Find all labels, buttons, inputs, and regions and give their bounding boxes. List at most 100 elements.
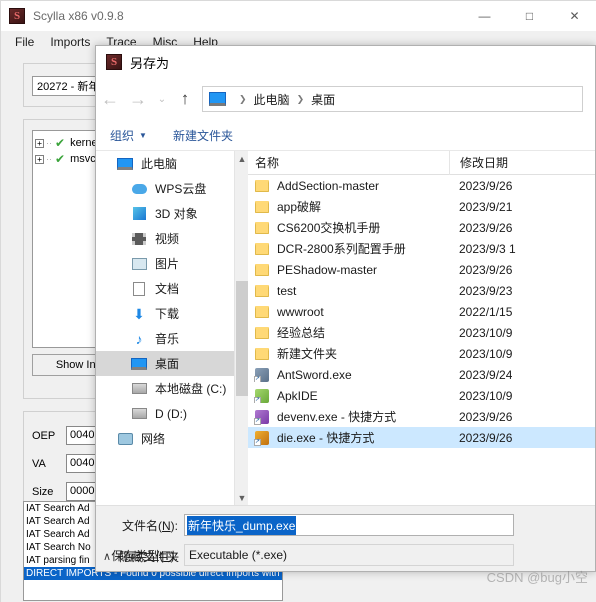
scrollbar-thumb[interactable] xyxy=(236,281,248,396)
menu-imports[interactable]: Imports xyxy=(42,33,98,51)
organize-button[interactable]: 组织 ▼ xyxy=(110,127,147,144)
breadcrumb-segment-desktop[interactable]: 桌面 xyxy=(311,91,335,108)
sidebar-item-4[interactable]: 图片 xyxy=(96,251,248,276)
file-name-label: AntSword.exe xyxy=(277,367,352,382)
file-date-cell: 2023/10/9 xyxy=(459,325,513,340)
sidebar-item-label: 文档 xyxy=(155,282,180,296)
expand-icon[interactable]: + xyxy=(35,138,44,148)
scroll-up-icon[interactable]: ▲ xyxy=(235,151,248,167)
tree-connector: ·· xyxy=(46,154,52,164)
va-label: VA xyxy=(32,457,46,470)
table-row[interactable]: 经验总结 2023/10/9 xyxy=(248,322,595,343)
table-row[interactable]: ↗ die.exe - 快捷方式 2023/9/26 xyxy=(248,427,595,448)
table-row[interactable]: CS6200交换机手册 2023/9/26 xyxy=(248,217,595,238)
sidebar-item-5[interactable]: 文档 xyxy=(96,276,248,301)
up-icon[interactable]: ↑ xyxy=(172,85,198,113)
sidebar-item-1[interactable]: WPS云盘 xyxy=(96,176,248,201)
hide-folders-toggle[interactable]: ∧ 隐藏文件夹 xyxy=(103,548,179,565)
minimize-button[interactable]: — xyxy=(462,1,507,31)
table-row[interactable]: app破解 2023/9/21 xyxy=(248,196,595,217)
sidebar-item-2[interactable]: 3D 对象 xyxy=(96,201,248,226)
dialog-title: 另存为 xyxy=(130,55,170,71)
table-row[interactable]: AddSection-master 2023/9/26 xyxy=(248,175,595,196)
dialog-content: 此电脑 WPS云盘 3D 对象视频图片文档 ⬇ 下载 ♪ 音乐桌面本地磁盘 (C:) D (D… xyxy=(96,150,595,506)
file-name-cell: 经验总结 xyxy=(248,324,449,341)
table-row[interactable]: test 2023/9/23 xyxy=(248,280,595,301)
close-button[interactable]: ✕ xyxy=(552,1,596,31)
expand-icon[interactable]: + xyxy=(35,154,44,164)
maximize-button[interactable]: □ xyxy=(507,1,552,31)
places-sidebar: 此电脑 WPS云盘 3D 对象视频图片文档 ⬇ 下载 ♪ 音乐桌面本地磁盘 (C:) D (D… xyxy=(96,151,248,506)
column-header-name[interactable]: 名称 xyxy=(248,154,449,171)
pc-icon xyxy=(209,92,226,106)
sidebar-item-9[interactable]: 本地磁盘 (C:) xyxy=(96,376,248,401)
file-name-cell: ↗ ApkIDE xyxy=(248,388,449,403)
sidebar-item-6[interactable]: ⬇ 下载 xyxy=(96,301,248,326)
sidebar-item-label: 音乐 xyxy=(155,332,180,346)
file-date-cell: 2023/9/24 xyxy=(459,367,513,382)
file-name-label: AddSection-master xyxy=(277,178,380,193)
file-name-label: 经验总结 xyxy=(277,326,326,340)
sidebar-item-3[interactable]: 视频 xyxy=(96,226,248,251)
file-name-cell: wwwroot xyxy=(248,305,449,319)
file-name-label: test xyxy=(277,283,297,298)
scroll-down-icon[interactable]: ▼ xyxy=(235,490,248,506)
breadcrumb-segment-computer[interactable]: 此电脑 xyxy=(254,91,290,108)
sidebar-item-11[interactable]: 网络 xyxy=(96,426,248,451)
file-name-label: CS6200交换机手册 xyxy=(277,221,381,235)
file-date-cell: 2023/9/21 xyxy=(459,199,513,214)
chevron-right-icon: ❯ xyxy=(296,93,305,104)
table-row[interactable]: ↗ ApkIDE 2023/10/9 xyxy=(248,385,595,406)
app-antsword-icon: ↗ xyxy=(254,367,269,382)
filetype-select[interactable]: Executable (*.exe) xyxy=(184,544,514,566)
menu-file[interactable]: File xyxy=(7,33,42,51)
shortcut-overlay-icon: ↗ xyxy=(254,438,261,446)
breadcrumb[interactable]: ❯ 此电脑 ❯ 桌面 xyxy=(202,86,583,112)
filename-value: 新年快乐_dump.exe xyxy=(187,515,297,535)
forward-icon[interactable]: → xyxy=(124,85,152,113)
sidebar-item-0[interactable]: 此电脑 xyxy=(96,151,248,176)
column-header-date[interactable]: 修改日期 xyxy=(449,151,508,175)
new-folder-button[interactable]: 新建文件夹 xyxy=(173,127,233,144)
disk-icon xyxy=(130,383,148,394)
sidebar-item-label: 视频 xyxy=(155,232,180,246)
back-icon[interactable]: ← xyxy=(96,85,124,113)
table-row[interactable]: PEShadow-master 2023/9/26 xyxy=(248,259,595,280)
file-name-cell: DCR-2800系列配置手册 xyxy=(248,240,449,257)
scylla-logo-icon: S xyxy=(9,8,25,24)
file-name-cell: AddSection-master xyxy=(248,179,449,193)
desktop-icon xyxy=(130,357,148,370)
file-date-cell: 2023/9/26 xyxy=(459,430,513,445)
sidebar-scrollbar[interactable]: ▲ ▼ xyxy=(234,151,248,506)
sidebar-item-label: 3D 对象 xyxy=(155,207,198,221)
sidebar-item-label: 桌面 xyxy=(155,357,180,371)
sidebar-item-7[interactable]: ♪ 音乐 xyxy=(96,326,248,351)
sidebar-item-10[interactable]: D (D:) xyxy=(96,401,248,426)
table-row[interactable]: DCR-2800系列配置手册 2023/9/3 1 xyxy=(248,238,595,259)
file-date-cell: 2023/9/26 xyxy=(459,409,513,424)
table-row[interactable]: 新建文件夹 2023/10/9 xyxy=(248,343,595,364)
sidebar-item-label: 网络 xyxy=(141,432,166,446)
file-date-cell: 2023/10/9 xyxy=(459,388,513,403)
sidebar-item-label: 此电脑 xyxy=(141,157,178,171)
shortcut-overlay-icon: ↗ xyxy=(254,396,261,403)
file-name-label: ApkIDE xyxy=(277,388,318,403)
pc-icon xyxy=(116,157,134,170)
sidebar-item-8[interactable]: 桌面 xyxy=(96,351,248,376)
app-apkide-icon: ↗ xyxy=(254,388,269,403)
cloud-icon xyxy=(130,183,148,194)
dialog-titlebar: S 另存为 xyxy=(96,46,595,78)
sidebar-item-label: D (D:) xyxy=(155,406,187,421)
folder-icon xyxy=(255,242,269,255)
scylla-logo-icon: S xyxy=(106,54,122,70)
table-row[interactable]: ↗ AntSword.exe 2023/9/24 xyxy=(248,364,595,385)
filename-input[interactable]: 新年快乐_dump.exe xyxy=(184,514,514,536)
table-row[interactable]: ↗ devenv.exe - 快捷方式 2023/9/26 xyxy=(248,406,595,427)
scylla-window-title: Scylla x86 v0.9.8 xyxy=(33,9,124,23)
file-name-label: 新建文件夹 xyxy=(277,347,338,361)
table-row[interactable]: wwwroot 2022/1/15 xyxy=(248,301,595,322)
shortcut-overlay-icon: ↗ xyxy=(254,417,261,425)
recent-locations-icon[interactable]: ⌄ xyxy=(152,85,172,113)
file-date-cell: 2023/9/26 xyxy=(459,178,513,193)
folder-icon xyxy=(255,263,269,276)
